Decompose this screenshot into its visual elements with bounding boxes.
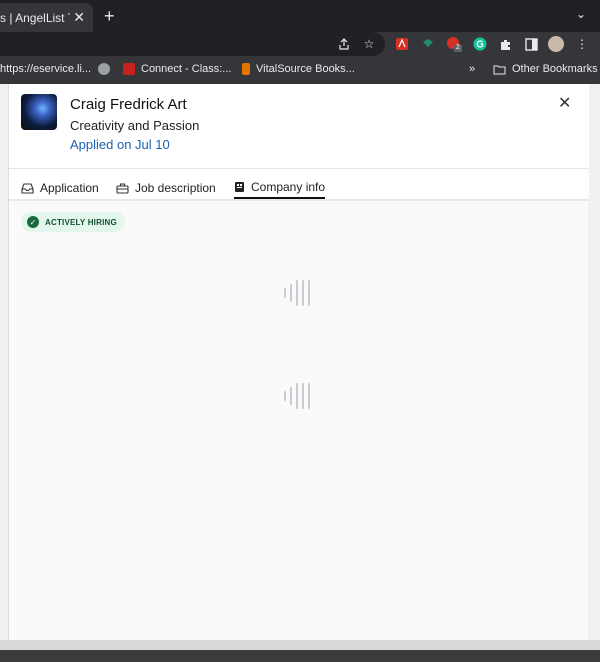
bookmark-globe[interactable] <box>98 63 116 75</box>
browser-tab[interactable]: s | AngelList Ta ✕ <box>0 3 93 32</box>
inbox-icon <box>21 182 34 194</box>
loading-spinner <box>284 280 310 306</box>
company-tagline: Creativity and Passion <box>70 118 200 133</box>
extension-icon[interactable] <box>420 36 436 52</box>
close-tab-icon[interactable]: ✕ <box>73 9 85 26</box>
vitalsource-icon <box>242 63 250 75</box>
company-header: Craig Fredrick Art Creativity and Passio… <box>9 84 589 168</box>
browser-tab-title: s | AngelList Ta <box>0 10 70 25</box>
bookmark-vitalsource[interactable]: VitalSource Books... <box>242 63 355 75</box>
page-content: Craig Fredrick Art Creativity and Passio… <box>0 84 600 662</box>
new-tab-button[interactable]: + <box>104 6 115 27</box>
tab-application[interactable]: Application <box>21 177 99 199</box>
actively-hiring-badge: ✓ ACTIVELY HIRING <box>21 212 125 232</box>
horizontal-scrollbar[interactable] <box>0 640 600 650</box>
adblock-extension-icon[interactable]: 2 <box>446 36 462 52</box>
browser-toolbar: ☆ 2 ⋮ <box>0 32 600 56</box>
panel-tabs: Application Job description Company info <box>9 168 589 201</box>
side-panel-icon[interactable] <box>523 36 539 52</box>
other-bookmarks-folder[interactable]: Other Bookmarks <box>493 63 598 75</box>
bookmarks-bar: https://eservice.li... Connect - Class:.… <box>0 56 600 84</box>
briefcase-icon <box>116 182 129 194</box>
folder-icon <box>493 65 506 74</box>
os-dock <box>0 650 600 662</box>
mcgraw-hill-icon <box>123 63 135 75</box>
bookmark-connect[interactable]: Connect - Class:... <box>123 63 231 75</box>
profile-avatar[interactable] <box>548 36 564 52</box>
grammarly-icon[interactable] <box>472 36 488 52</box>
check-icon: ✓ <box>27 216 39 228</box>
application-detail-panel: Craig Fredrick Art Creativity and Passio… <box>8 84 589 640</box>
close-panel-button[interactable]: ✕ <box>558 93 571 113</box>
bookmarks-overflow-button[interactable]: » <box>469 63 475 75</box>
extension-badge: 2 <box>456 44 460 51</box>
share-icon[interactable] <box>336 36 352 52</box>
more-menu-icon[interactable]: ⋮ <box>574 36 590 52</box>
address-bar[interactable]: ☆ <box>0 32 385 56</box>
company-logo <box>21 94 57 130</box>
browser-tab-strip: s | AngelList Ta ✕ + ⌄ <box>0 0 600 32</box>
loading-spinner <box>284 383 310 409</box>
building-icon <box>235 182 244 192</box>
globe-icon <box>98 63 110 75</box>
company-name: Craig Fredrick Art <box>70 96 187 113</box>
tab-job-description[interactable]: Job description <box>116 177 216 199</box>
pdf-extension-icon[interactable] <box>394 36 410 52</box>
tab-company-info[interactable]: Company info <box>234 177 326 199</box>
tab-search-icon[interactable]: ⌄ <box>576 7 586 21</box>
extensions-puzzle-icon[interactable] <box>497 36 513 52</box>
bookmark-star-icon[interactable]: ☆ <box>361 36 377 52</box>
applied-date: Applied on Jul 10 <box>70 137 170 152</box>
bookmark-eservice[interactable]: https://eservice.li... <box>0 63 91 75</box>
